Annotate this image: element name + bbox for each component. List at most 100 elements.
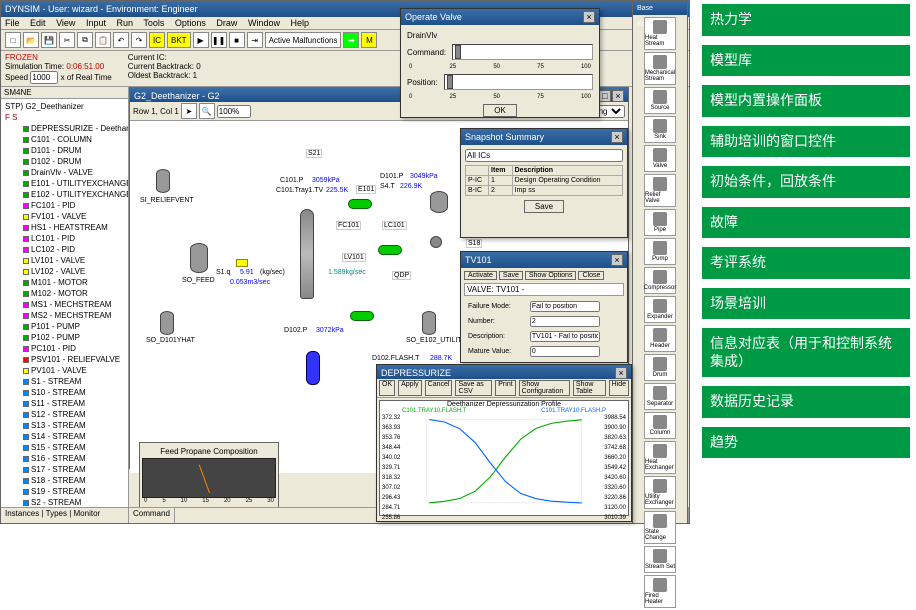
green-button[interactable]: 辅助培训的窗口控件 (702, 126, 910, 158)
tbtn-redo[interactable]: ↷ (131, 32, 147, 48)
green-button[interactable]: 信息对应表（用于和控制系统集成） (702, 328, 910, 377)
menu-edit[interactable]: Edit (30, 18, 46, 28)
tree-item[interactable]: S10 - STREAM (13, 387, 126, 398)
palette-item[interactable]: Fired Heater (644, 575, 676, 608)
dp-close-icon[interactable]: × (615, 367, 627, 379)
ov-pos-slider[interactable] (444, 74, 593, 90)
tree-item[interactable]: D102 - DRUM (13, 156, 126, 167)
tree-item[interactable]: FC101 - PID (13, 200, 126, 211)
drum-d102[interactable] (306, 351, 320, 385)
snap-filter-input[interactable] (465, 149, 623, 162)
dp-print[interactable]: Print (495, 380, 515, 396)
tree-item[interactable]: PC101 - PID (13, 343, 126, 354)
green-button[interactable]: 热力学 (702, 4, 910, 36)
tv101-number[interactable] (530, 316, 600, 327)
tbtn-pause[interactable]: ❚❚ (211, 32, 227, 48)
menu-file[interactable]: File (5, 18, 20, 28)
tree-item[interactable]: E102 - UTILITYEXCHANGER (13, 189, 126, 200)
tree-item[interactable]: P101 - PUMP (13, 321, 126, 332)
palette-item[interactable]: Source (644, 87, 676, 114)
snap-row[interactable]: P-IC1Design Operating Condition (466, 176, 623, 186)
palette-item[interactable]: Header (644, 325, 676, 352)
tbtn-open[interactable]: 📂 (23, 32, 39, 48)
pfd-ptr-icon[interactable]: ➤ (181, 103, 197, 119)
palette-item[interactable]: Column (644, 412, 676, 439)
speed-input[interactable] (30, 71, 58, 84)
tv101-activate[interactable]: Activate (464, 271, 497, 280)
vessel-d101y[interactable] (160, 311, 174, 335)
palette-item[interactable]: Drum (644, 354, 676, 381)
tree-item[interactable]: FV101 - VALVE (13, 211, 126, 222)
tab-types[interactable]: Types (46, 509, 67, 518)
tree-item[interactable]: P102 - PUMP (13, 332, 126, 343)
menu-help[interactable]: Help (290, 18, 309, 28)
vessel-feed[interactable] (190, 243, 208, 273)
menu-run[interactable]: Run (116, 18, 133, 28)
vessel-relief[interactable] (156, 169, 170, 193)
tree-item[interactable]: LV102 - VALVE (13, 266, 126, 277)
menu-window[interactable]: Window (248, 18, 280, 28)
tv101-save[interactable]: Save (499, 271, 523, 280)
tab-monitor[interactable]: Monitor (74, 509, 101, 518)
tree-item[interactable]: E101 - UTILITYEXCHANGER (13, 178, 126, 189)
green-button[interactable]: 场景培训 (702, 288, 910, 320)
tbtn-m[interactable]: M (361, 32, 377, 48)
palette-item[interactable]: Heat Stream (644, 17, 676, 50)
palette-item[interactable]: Compressor (644, 267, 676, 294)
green-button[interactable]: 模型内置操作面板 (702, 85, 910, 117)
pfd-zoom-icon[interactable]: 🔍 (199, 103, 215, 119)
tree-item[interactable]: S13 - STREAM (13, 420, 126, 431)
tbtn-copy[interactable]: ⧉ (77, 32, 93, 48)
tree-item[interactable]: DEPRESSURIZE - Deethanize (13, 123, 126, 134)
dp-table[interactable]: Show Table (573, 380, 606, 396)
tbtn-paste[interactable]: 📋 (95, 32, 111, 48)
palette-item[interactable]: State Change (644, 511, 676, 544)
tree-item[interactable]: HS1 - HEATSTREAM (13, 222, 126, 233)
tree-item[interactable]: C101 - COLUMN (13, 134, 126, 145)
palette-item[interactable]: Separator (644, 383, 676, 410)
tbtn-cut[interactable]: ✂ (59, 32, 75, 48)
hx-green[interactable] (378, 245, 402, 255)
tbtn-ic[interactable]: IC (149, 32, 165, 48)
tv101-showopt[interactable]: Show Options (525, 271, 577, 280)
tree-item[interactable]: S19 - STREAM (13, 486, 126, 497)
dp-apply[interactable]: Apply (398, 380, 422, 396)
dp-hide[interactable]: Hide (609, 380, 629, 396)
tree-item[interactable]: M102 - MOTOR (13, 288, 126, 299)
green-button[interactable]: 模型库 (702, 45, 910, 77)
tree-item[interactable]: D101 - DRUM (13, 145, 126, 156)
tbtn-play[interactable]: ▶ (193, 32, 209, 48)
tree-item[interactable]: PSV101 - RELIEFVALVE (13, 354, 126, 365)
dp-cancel[interactable]: Cancel (425, 380, 453, 396)
menu-draw[interactable]: Draw (216, 18, 237, 28)
tree-item[interactable]: M101 - MOTOR (13, 277, 126, 288)
tree-item[interactable]: S11 - STREAM (13, 398, 126, 409)
tree-item[interactable]: DrainVlv - VALVE (13, 167, 126, 178)
palette-item[interactable]: Pipe (644, 209, 676, 236)
tbtn-go[interactable]: ➡ (343, 32, 359, 48)
snap-close-icon[interactable]: × (611, 131, 623, 143)
valve-fv[interactable] (236, 259, 248, 267)
pump-p101[interactable] (430, 236, 442, 248)
pfd-zoom-input[interactable] (217, 105, 251, 118)
tree-item[interactable]: S16 - STREAM (13, 453, 126, 464)
palette-item[interactable]: Valve (644, 145, 676, 172)
ov-close-icon[interactable]: × (583, 11, 595, 23)
tbtn-step[interactable]: ⇥ (247, 32, 263, 48)
tree-item[interactable]: PV101 - VALVE (13, 365, 126, 376)
menu-input[interactable]: Input (86, 18, 106, 28)
hx-e101[interactable] (348, 199, 372, 209)
hx-e102[interactable] (350, 311, 374, 321)
tree-item[interactable]: S18 - STREAM (13, 475, 126, 486)
palette-item[interactable]: Utility Exchanger (644, 476, 676, 509)
tree-item[interactable]: S14 - STREAM (13, 431, 126, 442)
green-button[interactable]: 故障 (702, 207, 910, 239)
tree-item[interactable]: LC102 - PID (13, 244, 126, 255)
tab-instances[interactable]: Instances (5, 509, 39, 518)
column-c101[interactable] (300, 209, 314, 299)
vessel-e102util[interactable] (422, 311, 436, 335)
dp-config[interactable]: Show Configuration (519, 380, 570, 396)
tree-root[interactable]: STP) G2_Deethanizer (3, 101, 126, 112)
green-button[interactable]: 考评系统 (702, 247, 910, 279)
palette-item[interactable]: Stream Set (644, 546, 676, 573)
